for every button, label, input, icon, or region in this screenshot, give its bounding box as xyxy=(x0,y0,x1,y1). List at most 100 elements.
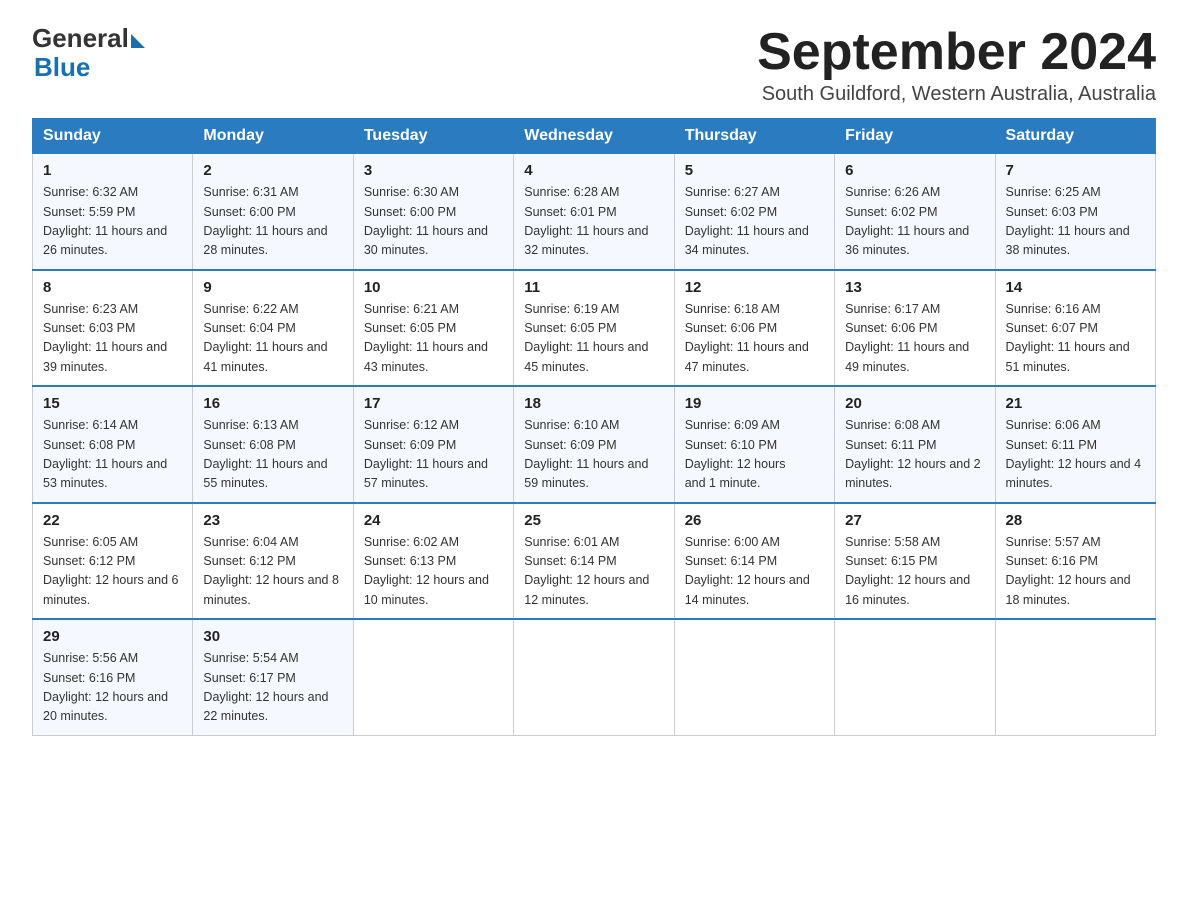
day-number: 13 xyxy=(845,279,984,296)
calendar-cell: 19 Sunrise: 6:09 AMSunset: 6:10 PMDayligh… xyxy=(674,386,834,503)
day-info: Sunrise: 6:02 AMSunset: 6:13 PMDaylight:… xyxy=(364,533,503,611)
day-number: 26 xyxy=(685,512,824,529)
column-header-tuesday: Tuesday xyxy=(353,119,513,154)
calendar-cell: 25Sunrise: 6:01 AMSunset: 6:14 PMDayligh… xyxy=(514,503,674,620)
calendar-cell: 4 Sunrise: 6:28 AMSunset: 6:01 PMDaylight… xyxy=(514,154,674,270)
calendar-cell: 20 Sunrise: 6:08 AMSunset: 6:11 PMDayligh… xyxy=(835,386,995,503)
calendar-cell xyxy=(835,619,995,735)
day-number: 14 xyxy=(1006,279,1145,296)
day-info: Sunrise: 5:56 AMSunset: 6:16 PMDaylight:… xyxy=(43,649,182,727)
calendar-cell: 24 Sunrise: 6:02 AMSunset: 6:13 PMDayligh… xyxy=(353,503,513,620)
day-info: Sunrise: 5:54 AMSunset: 6:17 PMDaylight:… xyxy=(203,649,342,727)
day-number: 2 xyxy=(203,162,342,179)
day-number: 15 xyxy=(43,395,182,412)
calendar-cell: 2 Sunrise: 6:31 AMSunset: 6:00 PMDaylight… xyxy=(193,154,353,270)
day-info: Sunrise: 6:21 AMSunset: 6:05 PMDaylight:… xyxy=(364,300,503,378)
day-number: 16 xyxy=(203,395,342,412)
day-number: 19 xyxy=(685,395,824,412)
day-number: 18 xyxy=(524,395,663,412)
day-info: Sunrise: 6:17 AMSunset: 6:06 PMDaylight:… xyxy=(845,300,984,378)
day-info: Sunrise: 6:16 AMSunset: 6:07 PMDaylight:… xyxy=(1006,300,1145,378)
day-info: Sunrise: 6:08 AMSunset: 6:11 PMDaylight:… xyxy=(845,416,984,494)
calendar-week-row: 29 Sunrise: 5:56 AMSunset: 6:16 PMDayligh… xyxy=(33,619,1156,735)
day-number: 1 xyxy=(43,162,182,179)
day-info: Sunrise: 6:04 AMSunset: 6:12 PMDaylight:… xyxy=(203,533,342,611)
calendar-cell: 30 Sunrise: 5:54 AMSunset: 6:17 PMDayligh… xyxy=(193,619,353,735)
day-number: 21 xyxy=(1006,395,1145,412)
day-number: 5 xyxy=(685,162,824,179)
calendar-subtitle: South Guildford, Western Australia, Aust… xyxy=(757,83,1156,106)
calendar-cell: 9Sunrise: 6:22 AMSunset: 6:04 PMDaylight… xyxy=(193,270,353,387)
day-number: 12 xyxy=(685,279,824,296)
day-info: Sunrise: 6:22 AMSunset: 6:04 PMDaylight:… xyxy=(203,300,342,378)
calendar-cell: 15 Sunrise: 6:14 AMSunset: 6:08 PMDayligh… xyxy=(33,386,193,503)
calendar-cell: 6 Sunrise: 6:26 AMSunset: 6:02 PMDaylight… xyxy=(835,154,995,270)
calendar-cell: 28 Sunrise: 5:57 AMSunset: 6:16 PMDayligh… xyxy=(995,503,1155,620)
calendar-cell: 16 Sunrise: 6:13 AMSunset: 6:08 PMDayligh… xyxy=(193,386,353,503)
calendar-cell: 26 Sunrise: 6:00 AMSunset: 6:14 PMDayligh… xyxy=(674,503,834,620)
day-info: Sunrise: 6:28 AMSunset: 6:01 PMDaylight:… xyxy=(524,183,663,261)
calendar-week-row: 15 Sunrise: 6:14 AMSunset: 6:08 PMDayligh… xyxy=(33,386,1156,503)
calendar-cell: 1 Sunrise: 6:32 AMSunset: 5:59 PMDaylight… xyxy=(33,154,193,270)
calendar-cell: 10 Sunrise: 6:21 AMSunset: 6:05 PMDayligh… xyxy=(353,270,513,387)
day-info: Sunrise: 6:18 AMSunset: 6:06 PMDaylight:… xyxy=(685,300,824,378)
day-info: Sunrise: 6:27 AMSunset: 6:02 PMDaylight:… xyxy=(685,183,824,261)
calendar-cell: 8Sunrise: 6:23 AMSunset: 6:03 PMDaylight… xyxy=(33,270,193,387)
calendar-cell: 22Sunrise: 6:05 AMSunset: 6:12 PMDayligh… xyxy=(33,503,193,620)
day-number: 30 xyxy=(203,628,342,645)
day-number: 27 xyxy=(845,512,984,529)
day-info: Sunrise: 6:06 AMSunset: 6:11 PMDaylight:… xyxy=(1006,416,1145,494)
column-header-wednesday: Wednesday xyxy=(514,119,674,154)
day-info: Sunrise: 6:00 AMSunset: 6:14 PMDaylight:… xyxy=(685,533,824,611)
day-number: 7 xyxy=(1006,162,1145,179)
day-info: Sunrise: 6:19 AMSunset: 6:05 PMDaylight:… xyxy=(524,300,663,378)
day-info: Sunrise: 6:31 AMSunset: 6:00 PMDaylight:… xyxy=(203,183,342,261)
calendar-cell: 7 Sunrise: 6:25 AMSunset: 6:03 PMDaylight… xyxy=(995,154,1155,270)
day-number: 29 xyxy=(43,628,182,645)
day-info: Sunrise: 6:13 AMSunset: 6:08 PMDaylight:… xyxy=(203,416,342,494)
calendar-cell: 11Sunrise: 6:19 AMSunset: 6:05 PMDayligh… xyxy=(514,270,674,387)
day-info: Sunrise: 6:10 AMSunset: 6:09 PMDaylight:… xyxy=(524,416,663,494)
calendar-cell xyxy=(674,619,834,735)
calendar-cell: 18 Sunrise: 6:10 AMSunset: 6:09 PMDayligh… xyxy=(514,386,674,503)
day-info: Sunrise: 6:25 AMSunset: 6:03 PMDaylight:… xyxy=(1006,183,1145,261)
column-header-friday: Friday xyxy=(835,119,995,154)
logo-triangle-icon xyxy=(131,34,145,48)
calendar-header-row: SundayMondayTuesdayWednesdayThursdayFrid… xyxy=(33,119,1156,154)
day-number: 3 xyxy=(364,162,503,179)
calendar-cell: 13 Sunrise: 6:17 AMSunset: 6:06 PMDayligh… xyxy=(835,270,995,387)
day-info: Sunrise: 5:58 AMSunset: 6:15 PMDaylight:… xyxy=(845,533,984,611)
day-number: 10 xyxy=(364,279,503,296)
column-header-thursday: Thursday xyxy=(674,119,834,154)
calendar-cell xyxy=(995,619,1155,735)
page-header: General Blue September 2024 South Guildf… xyxy=(32,24,1156,106)
calendar-cell: 14 Sunrise: 6:16 AMSunset: 6:07 PMDayligh… xyxy=(995,270,1155,387)
calendar-title: September 2024 xyxy=(757,24,1156,81)
day-number: 22 xyxy=(43,512,182,529)
calendar-cell: 23 Sunrise: 6:04 AMSunset: 6:12 PMDayligh… xyxy=(193,503,353,620)
calendar-cell: 17Sunrise: 6:12 AMSunset: 6:09 PMDayligh… xyxy=(353,386,513,503)
day-number: 23 xyxy=(203,512,342,529)
logo: General Blue xyxy=(32,24,145,81)
calendar-cell: 5 Sunrise: 6:27 AMSunset: 6:02 PMDaylight… xyxy=(674,154,834,270)
logo-blue: Blue xyxy=(34,53,145,82)
day-info: Sunrise: 5:57 AMSunset: 6:16 PMDaylight:… xyxy=(1006,533,1145,611)
title-block: September 2024 South Guildford, Western … xyxy=(757,24,1156,106)
day-number: 17 xyxy=(364,395,503,412)
column-header-sunday: Sunday xyxy=(33,119,193,154)
day-info: Sunrise: 6:32 AMSunset: 5:59 PMDaylight:… xyxy=(43,183,182,261)
day-number: 20 xyxy=(845,395,984,412)
day-number: 24 xyxy=(364,512,503,529)
calendar-cell: 3Sunrise: 6:30 AMSunset: 6:00 PMDaylight… xyxy=(353,154,513,270)
day-number: 28 xyxy=(1006,512,1145,529)
day-number: 6 xyxy=(845,162,984,179)
day-info: Sunrise: 6:14 AMSunset: 6:08 PMDaylight:… xyxy=(43,416,182,494)
calendar-cell xyxy=(353,619,513,735)
day-info: Sunrise: 6:26 AMSunset: 6:02 PMDaylight:… xyxy=(845,183,984,261)
calendar-cell: 29 Sunrise: 5:56 AMSunset: 6:16 PMDayligh… xyxy=(33,619,193,735)
day-info: Sunrise: 6:09 AMSunset: 6:10 PMDaylight:… xyxy=(685,416,824,494)
day-info: Sunrise: 6:23 AMSunset: 6:03 PMDaylight:… xyxy=(43,300,182,378)
day-number: 4 xyxy=(524,162,663,179)
calendar-cell: 12 Sunrise: 6:18 AMSunset: 6:06 PMDayligh… xyxy=(674,270,834,387)
calendar-cell: 27 Sunrise: 5:58 AMSunset: 6:15 PMDayligh… xyxy=(835,503,995,620)
